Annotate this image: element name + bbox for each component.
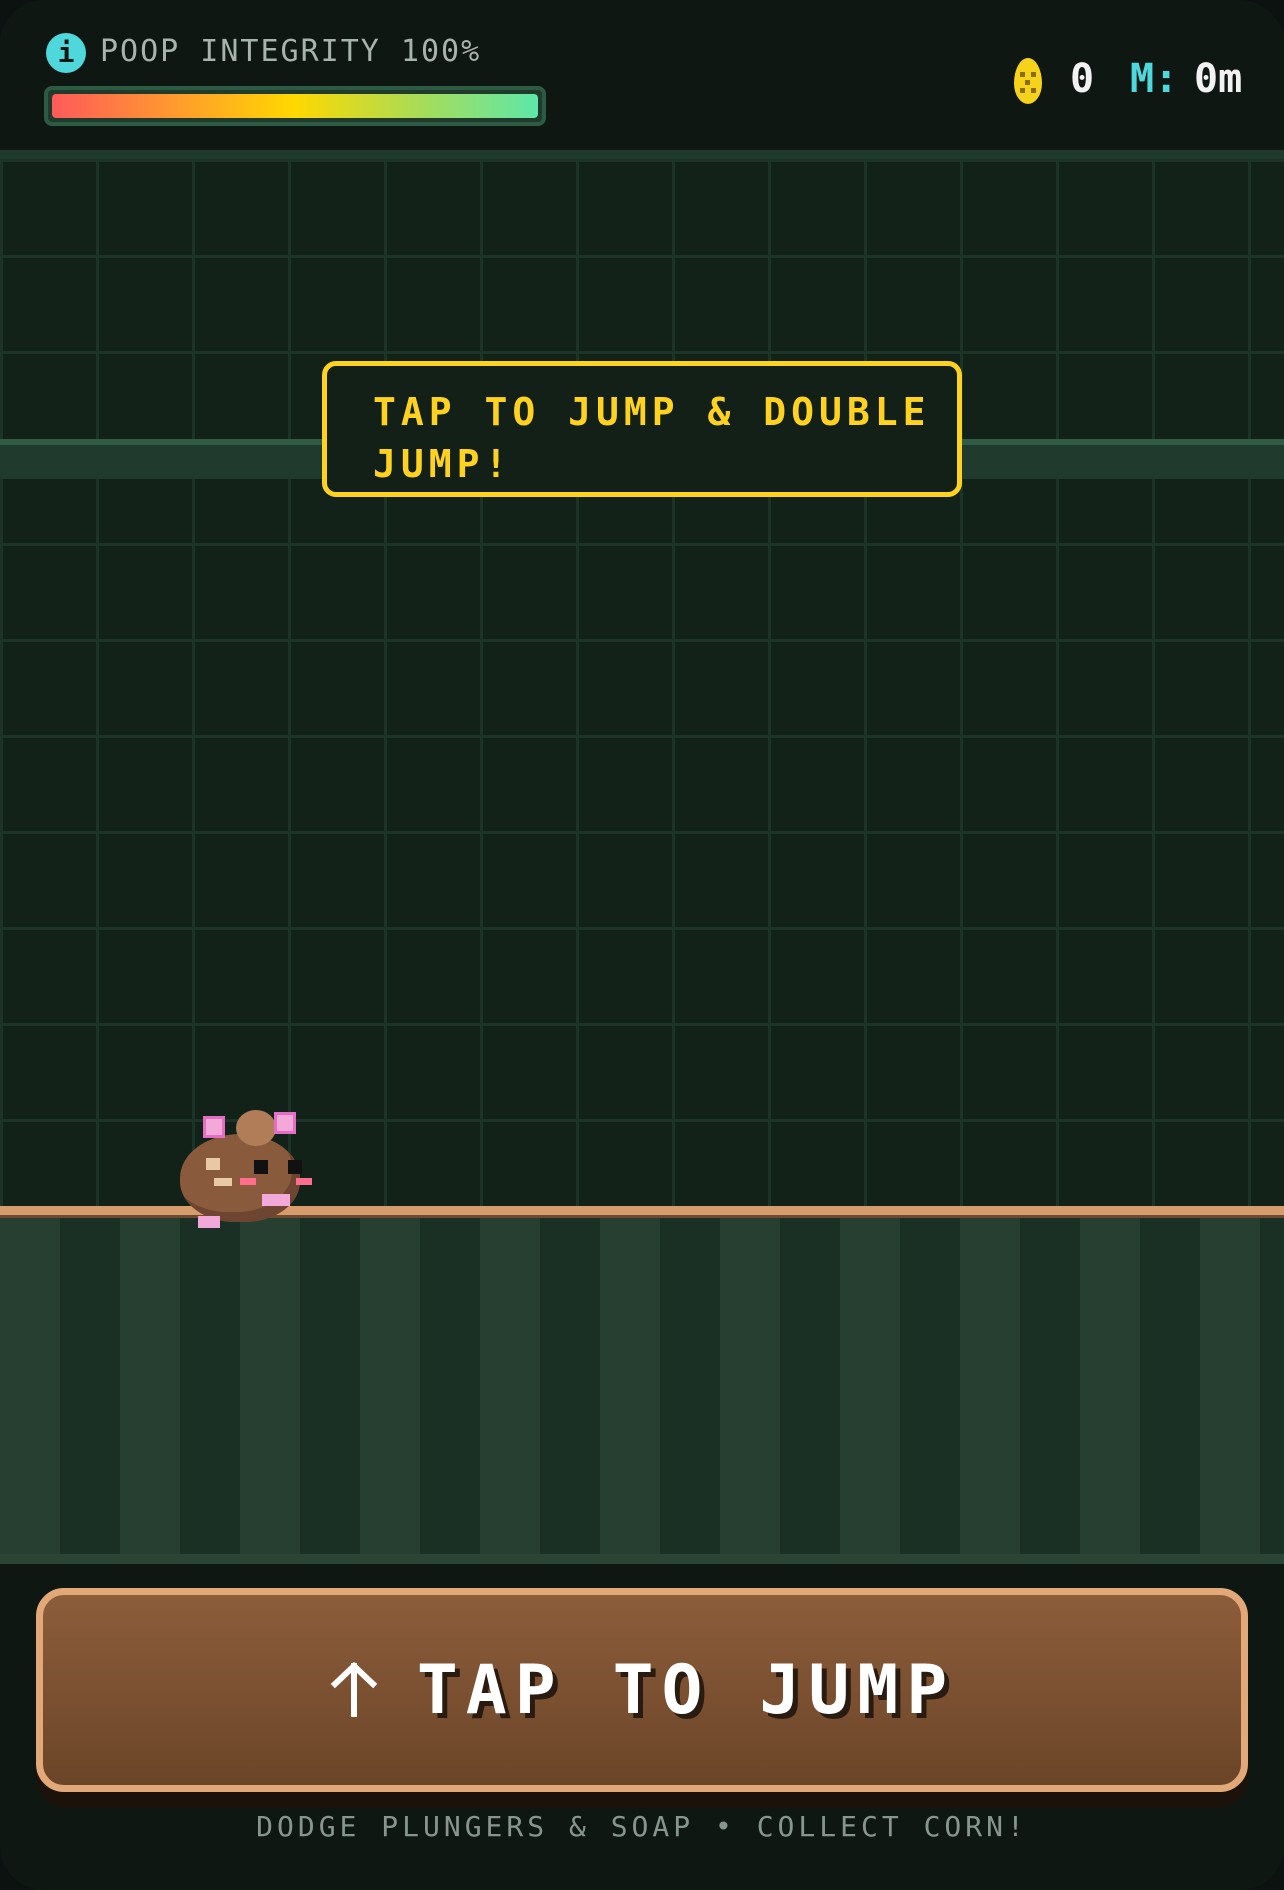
ground-base	[0, 1554, 1284, 1564]
hud: i POOP INTEGRITY 100% 0 M: 0m	[0, 0, 1284, 150]
poop-ear-right	[274, 1112, 296, 1134]
poop-eye-left	[254, 1160, 268, 1174]
integrity-label: POOP INTEGRITY 100%	[100, 34, 482, 69]
poop-mouth	[262, 1194, 290, 1206]
corn-icon	[1014, 58, 1042, 104]
hud-divider	[0, 150, 1284, 159]
poop-ear-left	[203, 1116, 225, 1138]
integrity-bar	[44, 86, 546, 126]
footer-tip: DODGE PLUNGERS & SOAP • COLLECT CORN!	[256, 1810, 1028, 1843]
distance-value: 0m	[1194, 56, 1243, 102]
poop-character	[178, 1110, 318, 1232]
info-icon[interactable]: i	[46, 33, 86, 73]
poop-blush-right	[296, 1178, 312, 1185]
poop-foot-left	[198, 1216, 220, 1228]
poop-highlight	[206, 1158, 220, 1170]
corn-count: 0	[1070, 56, 1095, 102]
arrow-up-icon	[330, 1662, 378, 1717]
jump-button[interactable]: TAP TO JUMP	[36, 1588, 1248, 1792]
hint-text: TAP TO JUMP & DOUBLE JUMP!	[373, 390, 931, 486]
hint-box: TAP TO JUMP & DOUBLE JUMP!	[322, 361, 962, 497]
playfield[interactable]: TAP TO JUMP & DOUBLE JUMP!	[0, 159, 1284, 1206]
distance-label: M:	[1130, 56, 1179, 102]
poop-top	[236, 1110, 276, 1146]
poop-blush-left	[240, 1178, 256, 1185]
jump-button-label: TAP TO JUMP	[416, 1650, 956, 1730]
poop-eye-right	[288, 1160, 302, 1174]
ground-tiles	[0, 1218, 1284, 1554]
game-screen: i POOP INTEGRITY 100% 0 M: 0m TAP TO JUM…	[0, 0, 1284, 1890]
integrity-bar-fill	[52, 94, 538, 118]
poop-highlight-2	[214, 1178, 232, 1186]
